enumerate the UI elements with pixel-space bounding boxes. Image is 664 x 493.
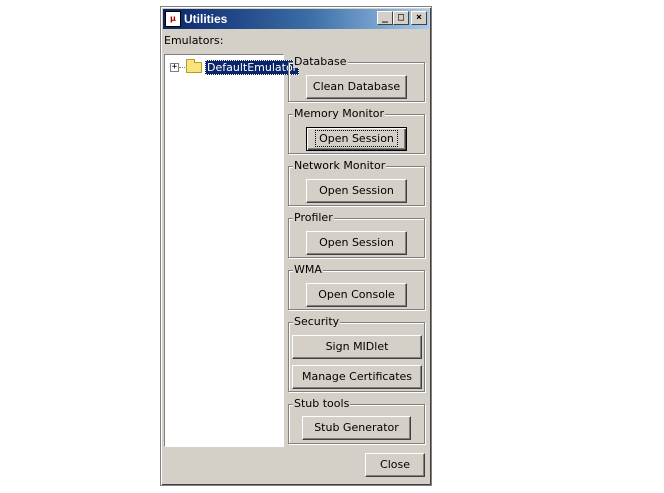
group-security: Security Sign MIDlet Manage Certificates (288, 315, 425, 392)
folder-icon (186, 59, 202, 73)
group-profiler: Profiler Open Session (288, 211, 425, 258)
title-bar[interactable]: μ Utilities _ □ × (163, 9, 429, 29)
group-wma: WMA Open Console (288, 263, 425, 310)
app-icon: μ (165, 11, 181, 27)
close-window-button[interactable]: × (411, 11, 427, 25)
sign-midlet-button[interactable]: Sign MIDlet (292, 335, 422, 359)
group-memory-monitor: Memory Monitor Open Session (288, 107, 425, 154)
group-network-monitor: Network Monitor Open Session (288, 159, 425, 206)
tree-node-default-emulator[interactable]: + DefaultEmulator (170, 59, 300, 75)
group-stub-tools: Stub tools Stub Generator (288, 397, 425, 444)
button-label: Open Session (319, 184, 394, 197)
group-title-memory-monitor: Memory Monitor (293, 107, 386, 120)
network-open-session-button[interactable]: Open Session (306, 179, 407, 203)
open-console-button[interactable]: Open Console (306, 283, 407, 307)
button-label: Stub Generator (314, 421, 399, 434)
window-controls: _ □ × (377, 11, 427, 25)
minimize-icon: _ (381, 12, 389, 23)
stub-generator-button[interactable]: Stub Generator (302, 416, 411, 440)
button-label: Clean Database (312, 80, 401, 93)
tree-node-label[interactable]: DefaultEmulator (205, 60, 300, 75)
group-title-wma: WMA (293, 263, 323, 276)
group-title-stub-tools: Stub tools (293, 397, 351, 410)
button-label: Open Session (319, 236, 394, 249)
expand-icon[interactable]: + (170, 63, 179, 72)
manage-certificates-button[interactable]: Manage Certificates (292, 365, 422, 389)
button-label: Open Console (318, 288, 395, 301)
tree-connector (179, 66, 185, 69)
button-label: Manage Certificates (301, 370, 413, 383)
emulators-label: Emulators: (164, 34, 224, 47)
button-label: Open Session (315, 130, 398, 147)
close-button[interactable]: Close (365, 453, 425, 477)
emulator-tree[interactable]: + DefaultEmulator (164, 54, 300, 447)
close-icon: × (415, 12, 423, 23)
clean-database-button[interactable]: Clean Database (306, 75, 407, 99)
window-title: Utilities (184, 12, 228, 26)
group-title-database: Database (293, 55, 348, 68)
button-label: Close (380, 458, 410, 471)
group-title-network-monitor: Network Monitor (293, 159, 387, 172)
maximize-icon: □ (397, 12, 405, 23)
minimize-button[interactable]: _ (377, 11, 393, 25)
button-label: Sign MIDlet (325, 340, 389, 353)
utilities-window: μ Utilities _ □ × Emulators: + DefaultEm… (160, 6, 432, 486)
memory-open-session-button[interactable]: Open Session (306, 127, 407, 151)
group-title-security: Security (293, 315, 341, 328)
maximize-button[interactable]: □ (393, 11, 409, 25)
group-database: Database Clean Database (288, 55, 425, 102)
profiler-open-session-button[interactable]: Open Session (306, 231, 407, 255)
group-title-profiler: Profiler (293, 211, 334, 224)
